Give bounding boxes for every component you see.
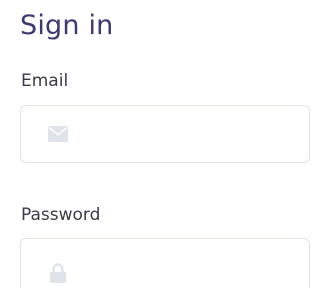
email-input[interactable] xyxy=(79,106,309,162)
lock-icon xyxy=(47,262,69,284)
password-input[interactable] xyxy=(79,239,309,288)
envelope-icon xyxy=(47,123,69,145)
password-label: Password xyxy=(21,205,101,225)
email-field-container[interactable] xyxy=(20,105,310,163)
page-title: Sign in xyxy=(20,10,114,41)
password-field-container[interactable] xyxy=(20,238,310,288)
sign-in-page: Sign in Email Password xyxy=(0,0,310,288)
email-label: Email xyxy=(21,71,69,91)
